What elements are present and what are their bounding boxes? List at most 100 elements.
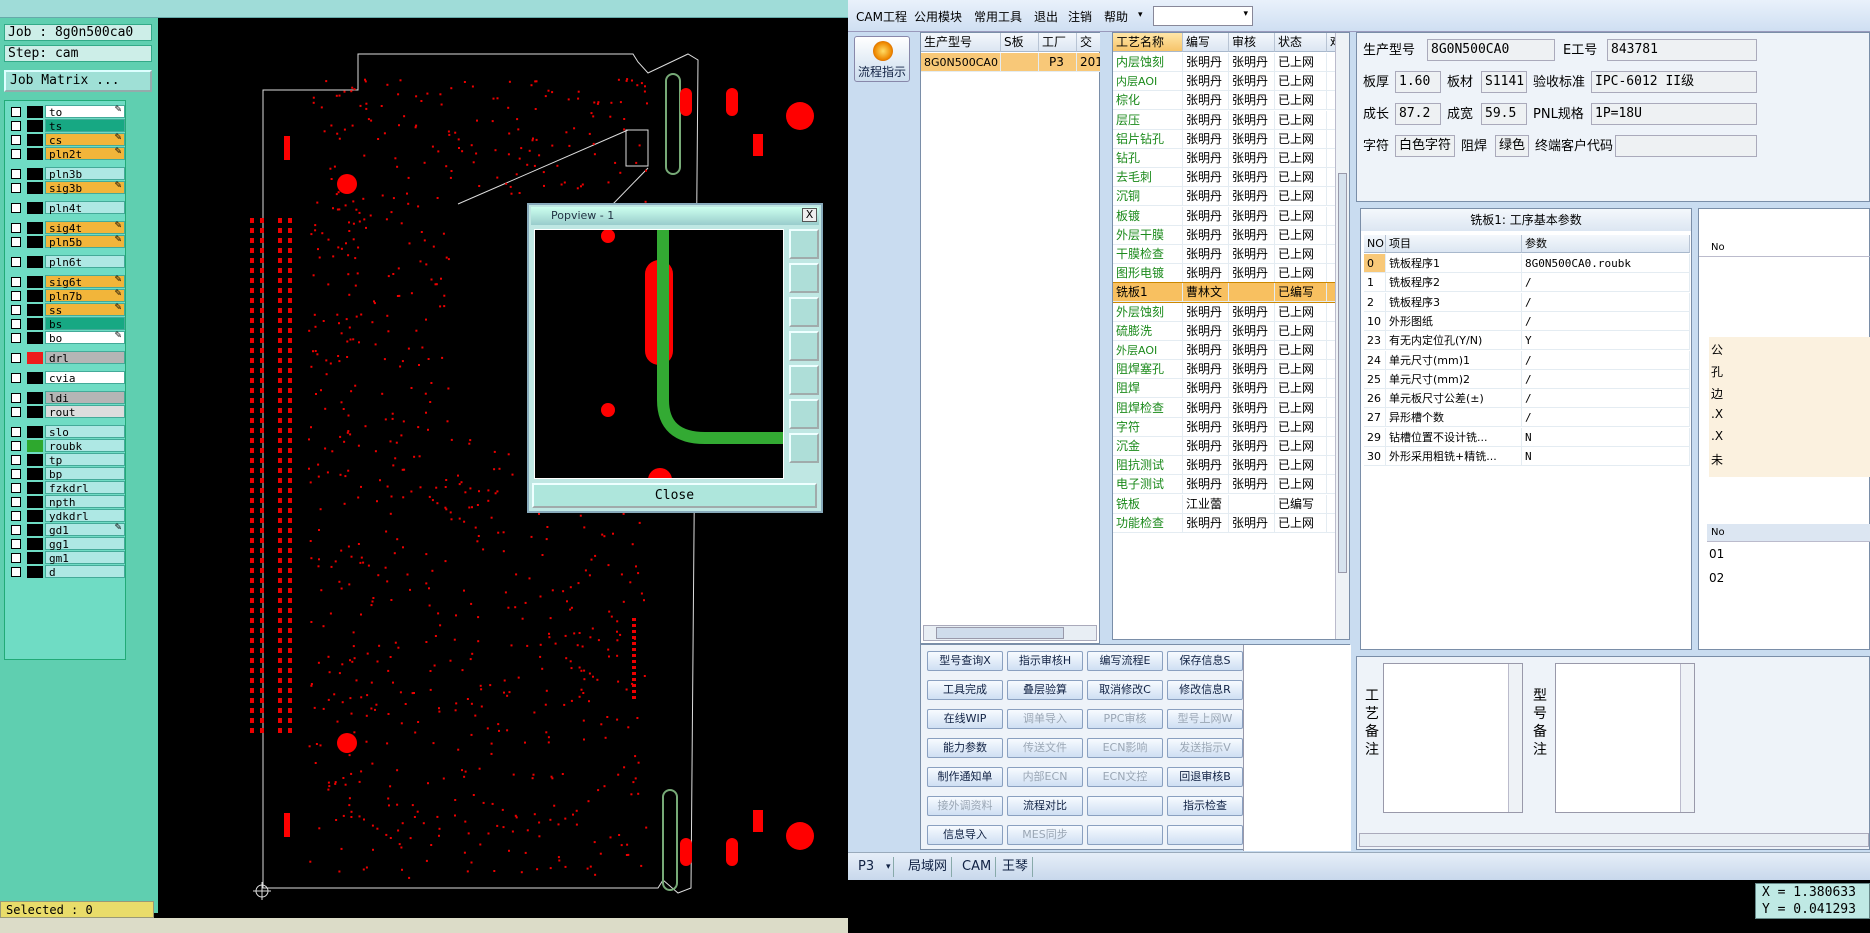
table-row[interactable]: 27 异形槽个数 / [1364, 408, 1690, 428]
layer-row-pln3b[interactable]: pln3b [7, 167, 125, 181]
layer-checkbox[interactable] [11, 497, 21, 507]
layer-row-gm1[interactable]: gm1 [7, 551, 125, 565]
pan-up-icon[interactable] [789, 263, 819, 293]
layer-name[interactable]: roubk [45, 439, 125, 453]
action-button-24[interactable]: 指示检查 [1167, 796, 1243, 816]
action-button-18[interactable]: 内部ECN [1007, 767, 1083, 787]
layer-name[interactable]: pln3b [45, 167, 125, 181]
layer-name[interactable]: pln2t [45, 147, 125, 161]
layer-name[interactable]: ldi [45, 391, 125, 405]
process-vscrollbar[interactable] [1335, 33, 1349, 639]
model-hscrollbar[interactable] [923, 625, 1097, 641]
layer-color-swatch[interactable] [27, 106, 43, 118]
menu-public[interactable]: 公用模块 [914, 8, 962, 25]
action-button-14[interactable]: 传送文件 [1007, 738, 1083, 758]
layer-color-swatch[interactable] [27, 468, 43, 480]
action-button-20[interactable]: 回退审核B [1167, 767, 1243, 787]
table-row[interactable]: 内层蚀刻张明丹张明丹已上网李兰 [1113, 53, 1349, 72]
eno-field[interactable]: 843781 [1607, 39, 1757, 61]
table-row[interactable]: 板镀张明丹张明丹已上网李兰 [1113, 206, 1349, 226]
layer-color-swatch[interactable] [27, 120, 43, 132]
table-row[interactable]: 外层AOI张明丹张明丹已上网李兰 [1113, 341, 1349, 360]
layer-name[interactable]: pln4t [45, 201, 125, 215]
action-button-26[interactable]: MES同步 [1007, 825, 1083, 845]
table-row[interactable]: 8G0N500CA0 P3 201 [921, 53, 1101, 72]
layer-name[interactable]: slo [45, 425, 125, 439]
layer-row-pln5b[interactable]: pln5b ✎ [7, 235, 125, 249]
layer-color-swatch[interactable] [27, 510, 43, 522]
layer-name[interactable]: pln6t [45, 255, 125, 269]
layer-checkbox[interactable] [11, 455, 21, 465]
layer-color-swatch[interactable] [27, 134, 43, 146]
layer-color-swatch[interactable] [27, 426, 43, 438]
table-row[interactable]: 阻焊检查张明丹张明丹已上网李兰 [1113, 398, 1349, 418]
delivery-col-header[interactable]: 交期 [1077, 33, 1101, 68]
layer-name[interactable]: rout [45, 405, 125, 419]
layer-name[interactable]: bs [45, 317, 125, 331]
action-button-25[interactable]: 信息导入 [927, 825, 1003, 845]
table-row[interactable]: 阻焊张明丹张明丹已上网李兰 [1113, 379, 1349, 399]
table-row[interactable]: 钻孔张明丹张明丹已上网李兰 [1113, 149, 1349, 168]
model-field[interactable]: 8G0N500CA0 [1427, 39, 1555, 61]
layer-row-cs[interactable]: cs ✎ [7, 133, 125, 147]
chevron-down-icon[interactable]: ▾ [882, 857, 895, 877]
layer-color-swatch[interactable] [27, 406, 43, 418]
table-row[interactable]: 阻抗测试张明丹张明丹已上网李兰 [1113, 456, 1349, 476]
layer-color-swatch[interactable] [27, 552, 43, 564]
action-button-8[interactable]: 修改信息R [1167, 680, 1243, 700]
layer-checkbox[interactable] [11, 135, 21, 145]
layer-row-bo[interactable]: bo ✎ [7, 331, 125, 345]
action-button-3[interactable]: 编写流程E [1087, 651, 1163, 671]
status-user[interactable]: 王琴 [998, 857, 1034, 877]
remark-scrollbar[interactable] [1508, 664, 1522, 812]
layer-checkbox[interactable] [11, 553, 21, 563]
layer-color-swatch[interactable] [27, 332, 43, 344]
layer-row-ydkdrl[interactable]: ydkdrl [7, 509, 125, 523]
action-button-27[interactable] [1087, 825, 1163, 845]
table-row[interactable]: 干膜检查张明丹张明丹已上网李兰 [1113, 245, 1349, 264]
layer-name[interactable]: bp [45, 467, 125, 481]
layer-color-swatch[interactable] [27, 482, 43, 494]
layer-row-pln7b[interactable]: pln7b ✎ [7, 289, 125, 303]
layer-row-sig3b[interactable]: sig3b ✎ [7, 181, 125, 195]
layer-checkbox[interactable] [11, 149, 21, 159]
table-row[interactable]: 29 钻槽位置不设计铣... N [1364, 427, 1690, 447]
layer-name[interactable]: d [45, 565, 125, 579]
layer-color-swatch[interactable] [27, 276, 43, 288]
action-button-2[interactable]: 指示审核H [1007, 651, 1083, 671]
action-button-10[interactable]: 调单导入 [1007, 709, 1083, 729]
layer-checkbox[interactable] [11, 107, 21, 117]
popview-title[interactable]: Popview - 1 [531, 207, 819, 225]
menu-overflow-icon[interactable]: ▾ [1138, 10, 1143, 20]
action-button-13[interactable]: 能力参数 [927, 738, 1003, 758]
action-button-11[interactable]: PPC审核 [1087, 709, 1163, 729]
layer-checkbox[interactable] [11, 373, 21, 383]
layer-checkbox[interactable] [11, 539, 21, 549]
table-row[interactable]: 铣板1 曹林文 已编写 [1113, 282, 1349, 304]
layer-checkbox[interactable] [11, 567, 21, 577]
job-matrix-button[interactable]: Job Matrix ... [4, 70, 152, 92]
zoom-in-icon[interactable] [789, 399, 819, 429]
action-button-7[interactable]: 取消修改C [1087, 680, 1163, 700]
pnl-field[interactable]: 1P=18U [1591, 103, 1757, 125]
action-button-28[interactable] [1167, 825, 1243, 845]
action-button-12[interactable]: 型号上网W [1167, 709, 1243, 729]
layer-checkbox[interactable] [11, 333, 21, 343]
layer-color-swatch[interactable] [27, 372, 43, 384]
action-button-4[interactable]: 保存信息S [1167, 651, 1243, 671]
layer-color-swatch[interactable] [27, 538, 43, 550]
layer-checkbox[interactable] [11, 525, 21, 535]
layer-checkbox[interactable] [11, 257, 21, 267]
layer-checkbox[interactable] [11, 483, 21, 493]
layer-name[interactable]: sig3b [45, 181, 125, 195]
sboard-col-header[interactable]: S板 [1001, 33, 1039, 52]
layer-checkbox[interactable] [11, 393, 21, 403]
menu-combo[interactable]: ▾ [1153, 6, 1253, 26]
status-col-header[interactable]: 状态 [1275, 33, 1327, 52]
layer-name[interactable]: ts [45, 119, 125, 133]
params-no-header[interactable]: NO [1364, 235, 1386, 253]
layer-row-pln4t[interactable]: pln4t [7, 201, 125, 215]
layer-row-cvia[interactable]: cvia [7, 371, 125, 385]
close-icon[interactable]: X [802, 208, 817, 222]
flow-indicator-button[interactable]: 流程指示 [854, 36, 910, 82]
